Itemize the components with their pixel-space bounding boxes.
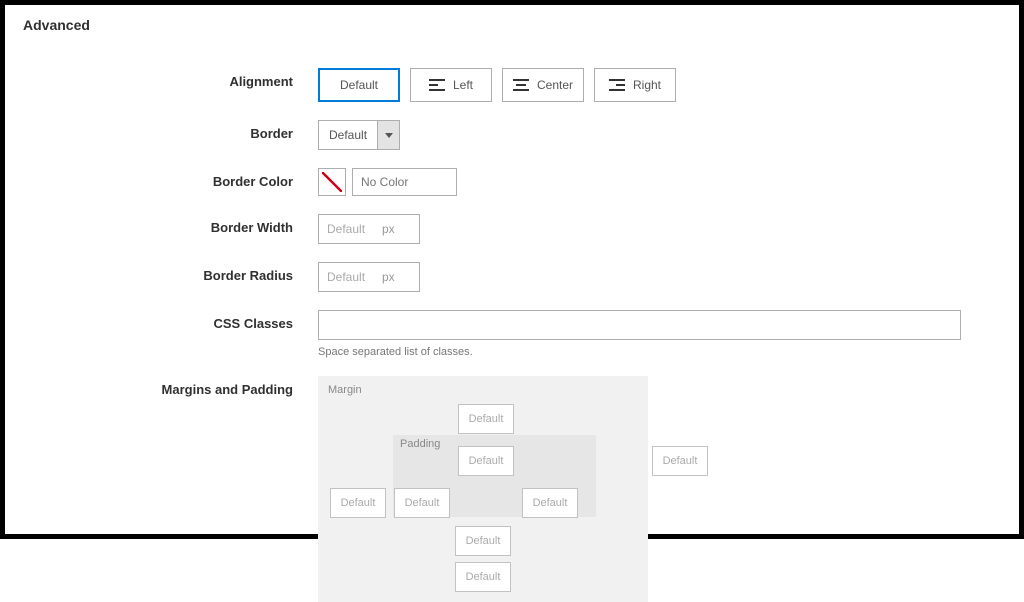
margin-top-input[interactable]	[458, 404, 514, 434]
border-radius-label: Border Radius	[23, 262, 318, 283]
border-radius-input[interactable]	[327, 270, 382, 284]
css-classes-label: CSS Classes	[23, 310, 318, 331]
css-classes-row: CSS Classes Space separated list of clas…	[23, 310, 1001, 358]
alignment-default-text: Default	[340, 78, 378, 92]
margin-section-label: Margin	[328, 384, 638, 396]
border-label: Border	[23, 120, 318, 141]
border-width-input[interactable]	[327, 222, 382, 236]
border-width-wrap: px	[318, 214, 420, 244]
section-title: Advanced	[23, 17, 1001, 33]
css-classes-help: Space separated list of classes.	[318, 346, 961, 358]
alignment-right-button[interactable]: Right	[594, 68, 676, 102]
border-row: Border Default	[23, 120, 1001, 150]
padding-top-input[interactable]	[458, 446, 514, 476]
margin-left-input[interactable]	[330, 488, 386, 518]
border-width-row: Border Width px	[23, 214, 1001, 244]
chevron-down-icon	[377, 121, 399, 149]
alignment-center-button[interactable]: Center	[502, 68, 584, 102]
margin-right-input[interactable]	[652, 446, 708, 476]
no-color-swatch[interactable]	[318, 168, 346, 196]
alignment-left-button[interactable]: Left	[410, 68, 492, 102]
border-color-input[interactable]	[352, 168, 457, 196]
alignment-right-text: Right	[633, 78, 661, 92]
border-color-row: Border Color	[23, 168, 1001, 196]
align-center-icon	[513, 79, 529, 91]
padding-left-input[interactable]	[394, 488, 450, 518]
border-radius-row: Border Radius px	[23, 262, 1001, 292]
border-width-unit: px	[382, 222, 395, 236]
padding-bottom-input[interactable]	[455, 526, 511, 556]
padding-right-input[interactable]	[522, 488, 578, 518]
align-right-icon	[609, 79, 625, 91]
alignment-left-text: Left	[453, 78, 473, 92]
padding-section-label: Padding	[400, 438, 440, 450]
border-radius-wrap: px	[318, 262, 420, 292]
border-width-label: Border Width	[23, 214, 318, 235]
alignment-group: Default Left Center	[318, 68, 961, 102]
alignment-center-text: Center	[537, 78, 573, 92]
align-left-icon	[429, 79, 445, 91]
css-classes-input[interactable]	[318, 310, 961, 340]
border-select-value: Default	[319, 121, 377, 149]
margins-padding-row: Margins and Padding Margin Padding	[23, 376, 1001, 602]
margin-bottom-input[interactable]	[455, 562, 511, 592]
border-radius-unit: px	[382, 270, 395, 284]
alignment-default-button[interactable]: Default	[318, 68, 400, 102]
border-select[interactable]: Default	[318, 120, 400, 150]
margins-padding-label: Margins and Padding	[23, 376, 318, 397]
border-color-label: Border Color	[23, 168, 318, 189]
margins-padding-box: Margin Padding	[318, 376, 648, 602]
alignment-row: Alignment Default Left Center	[23, 68, 1001, 102]
alignment-label: Alignment	[23, 68, 318, 89]
